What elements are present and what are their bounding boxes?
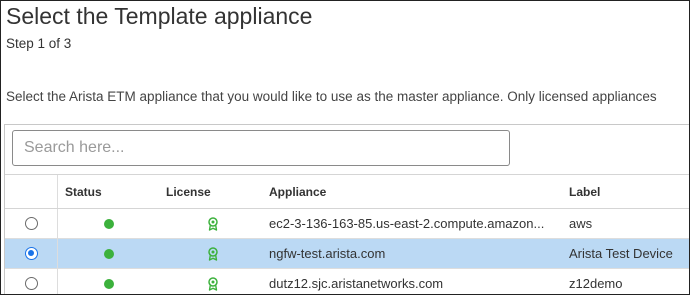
appliance-cell: dutz12.sjc.aristanetworks.com [269, 276, 444, 291]
license-cell [161, 269, 265, 294]
table-header-row: Status License Appliance Label [5, 175, 689, 209]
appliance-table: Status License Appliance Label ec2-3-136… [5, 174, 689, 294]
column-header-status[interactable]: Status [65, 175, 155, 208]
license-ribbon-icon [208, 276, 218, 291]
row-radio-button[interactable] [24, 277, 38, 290]
row-select-cell[interactable] [5, 239, 57, 268]
table-row[interactable]: ngfw-test.arista.com Arista Test Device [5, 239, 689, 269]
step-indicator: Step 1 of 3 [6, 36, 72, 51]
appliance-grid: Status License Appliance Label [4, 124, 689, 294]
table-row[interactable]: ec2-3-136-163-85.us-east-2.compute.amazo… [5, 209, 689, 239]
status-cell [57, 209, 161, 238]
column-header-appliance[interactable]: Appliance [269, 175, 561, 208]
label-cell: Arista Test Device [569, 246, 673, 261]
table-row[interactable]: dutz12.sjc.aristanetworks.com z12demo [5, 269, 689, 294]
status-online-icon [104, 218, 114, 229]
row-radio-button[interactable] [24, 217, 38, 230]
row-select-cell[interactable] [5, 209, 57, 238]
status-cell [57, 269, 161, 294]
row-select-cell[interactable] [5, 269, 57, 294]
search-input[interactable] [13, 131, 509, 165]
label-cell: aws [569, 216, 593, 231]
column-divider [57, 175, 58, 208]
status-cell [57, 239, 161, 268]
column-header-label[interactable]: Label [569, 175, 689, 208]
page-title: Select the Template appliance [6, 3, 313, 29]
column-header-license[interactable]: License [166, 175, 261, 208]
status-online-icon [104, 278, 114, 289]
status-online-icon [104, 248, 114, 259]
license-cell [161, 239, 265, 268]
label-cell: z12demo [569, 276, 623, 291]
appliance-cell: ec2-3-136-163-85.us-east-2.compute.amazo… [269, 216, 545, 231]
license-ribbon-icon [208, 246, 218, 261]
template-appliance-dialog: Select the Template appliance Step 1 of … [0, 0, 690, 295]
instructions-text: Select the Arista ETM appliance that you… [6, 89, 657, 104]
license-cell [161, 209, 265, 238]
license-ribbon-icon [208, 216, 218, 231]
appliance-cell: ngfw-test.arista.com [269, 246, 386, 261]
row-radio-button[interactable] [24, 247, 38, 260]
search-box[interactable] [12, 130, 510, 166]
